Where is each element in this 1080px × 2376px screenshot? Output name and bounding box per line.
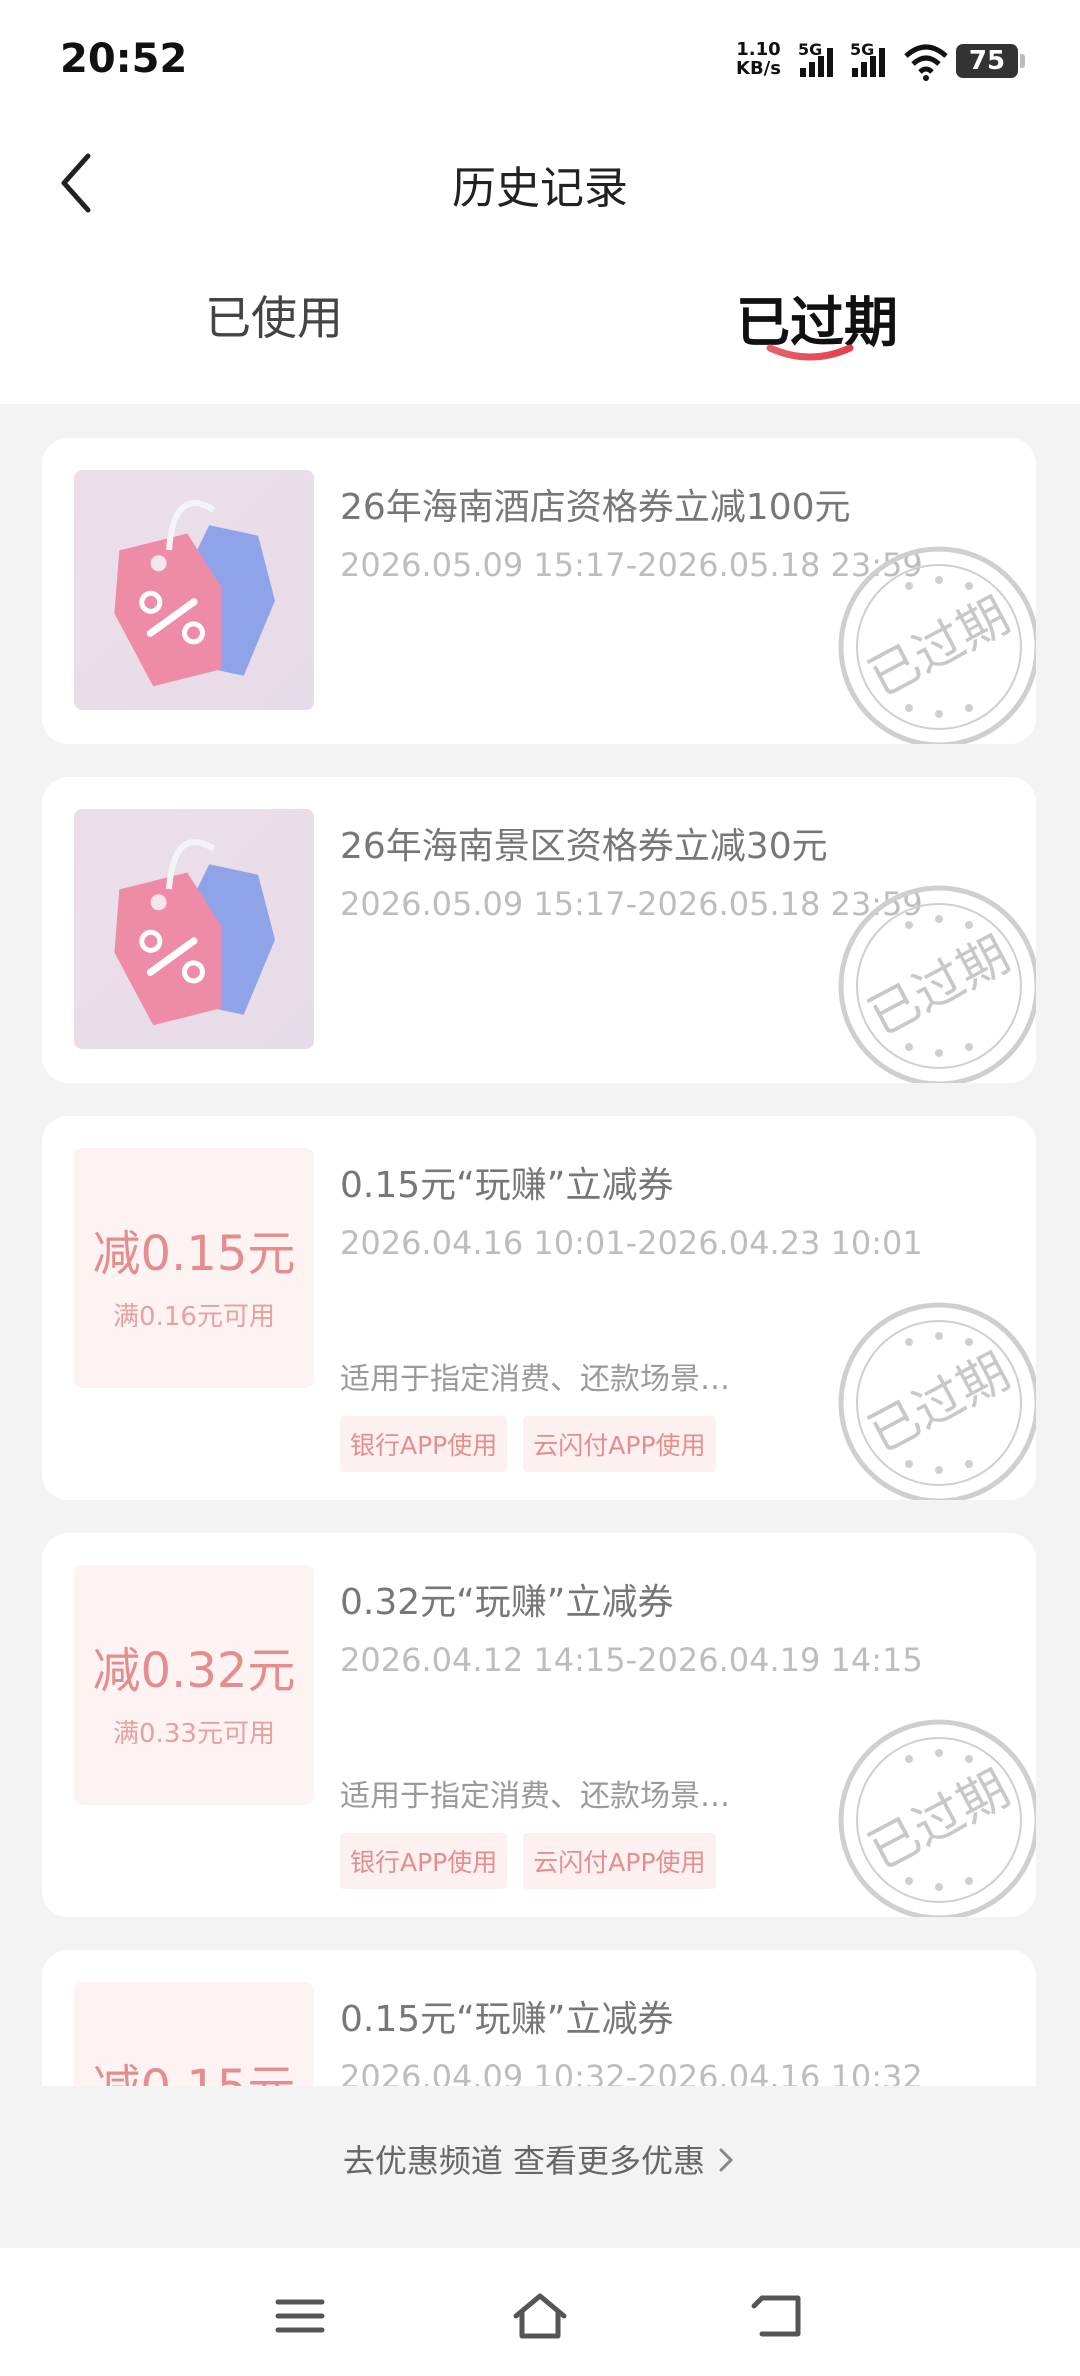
expired-stamp-icon: 已过期 — [838, 1302, 1036, 1500]
coupon-title: 26年海南景区资格券立减30元 — [340, 826, 828, 867]
expired-stamp-icon: 已过期 — [838, 1719, 1036, 1917]
active-tab-indicator — [766, 344, 854, 361]
more-offers-link[interactable]: 去优惠频道 查看更多优惠 — [0, 2136, 1080, 2182]
battery-indicator: 75 — [956, 44, 1025, 78]
stamp-text: 已过期 — [859, 1759, 1019, 1881]
system-navigation-bar — [0, 2248, 1080, 2376]
coupon-list[interactable]: 26年海南酒店资格券立减100元 2026.05.09 15:17-2026.0… — [0, 404, 1080, 2086]
coupon-title: 0.15元“玩赚”立减券 — [340, 1165, 674, 1206]
menu-icon[interactable] — [270, 2288, 330, 2344]
coupon-description: 适用于指定消费、还款场景… — [340, 1779, 730, 1814]
expired-stamp-icon: 已过期 — [838, 546, 1036, 744]
coupon-tags: 银行APP使用 云闪付APP使用 — [340, 1833, 716, 1889]
more-offers-section: 去优惠频道 查看更多优惠 — [0, 2086, 1080, 2248]
stamp-text: 已过期 — [859, 1342, 1019, 1464]
coupon-card[interactable]: 减0.15元 满0.16元可用 0.15元“玩赚”立减券 2026.04.16 … — [42, 1116, 1036, 1500]
expired-stamp-icon: 已过期 — [838, 885, 1036, 1083]
coupon-amount-box: 减0.15元 满0.16元可用 — [74, 1148, 314, 1388]
tag-unionpay-app: 云闪付APP使用 — [523, 1416, 716, 1472]
coupon-card[interactable]: 减0.32元 满0.33元可用 0.32元“玩赚”立减券 2026.04.12 … — [42, 1533, 1036, 1917]
coupon-card[interactable]: 减0.15元 0.15元“玩赚”立减券 2026.04.09 10:32-202… — [42, 1950, 1036, 2086]
status-bar: 20:52 1.10 KB/s 5G 5G 75 — [0, 0, 1080, 120]
coupon-card[interactable]: 26年海南酒店资格券立减100元 2026.05.09 15:17-2026.0… — [42, 438, 1036, 744]
wifi-icon — [904, 44, 948, 81]
coupon-description: 适用于指定消费、还款场景… — [340, 1362, 730, 1397]
clock: 20:52 — [60, 36, 188, 82]
stamp-text: 已过期 — [859, 925, 1019, 1047]
coupon-condition: 满0.33元可用 — [113, 1719, 275, 1749]
stamp-text: 已过期 — [859, 586, 1019, 708]
coupon-amount: 减0.15元 — [74, 2048, 314, 2086]
coupon-title: 0.32元“玩赚”立减券 — [340, 1582, 674, 1623]
coupon-tag-image — [74, 470, 314, 710]
coupon-card[interactable]: 26年海南景区资格券立减30元 2026.05.09 15:17-2026.05… — [42, 777, 1036, 1083]
coupon-amount-box: 减0.15元 — [74, 1982, 314, 2086]
tag-bank-app: 银行APP使用 — [340, 1833, 508, 1889]
coupon-amount: 减0.15元 — [92, 1226, 296, 1282]
coupon-amount-box: 减0.32元 满0.33元可用 — [74, 1565, 314, 1805]
coupon-tag-image — [74, 809, 314, 1049]
coupon-title: 0.15元“玩赚”立减券 — [340, 1999, 674, 2040]
coupon-tags: 银行APP使用 云闪付APP使用 — [340, 1416, 716, 1472]
chevron-right-icon — [719, 2148, 734, 2172]
coupon-title: 26年海南酒店资格券立减100元 — [340, 487, 851, 528]
network-speed-value: 1.10 — [736, 39, 781, 60]
home-icon[interactable] — [510, 2288, 570, 2344]
back-nav-icon[interactable] — [750, 2288, 810, 2344]
network-speed: 1.10 KB/s — [736, 40, 781, 78]
tab-used[interactable]: 已使用 — [205, 282, 343, 348]
tag-unionpay-app: 云闪付APP使用 — [523, 1833, 716, 1889]
coupon-validity: 2026.04.16 10:01-2026.04.23 10:01 — [340, 1224, 923, 1262]
coupon-validity: 2026.04.12 14:15-2026.04.19 14:15 — [340, 1641, 923, 1679]
network-speed-unit: KB/s — [736, 58, 781, 79]
coupon-validity: 2026.04.09 10:32-2026.04.16 10:32 — [340, 2058, 923, 2086]
page-title: 历史记录 — [452, 163, 628, 214]
tag-bank-app: 银行APP使用 — [340, 1416, 508, 1472]
more-offers-label: 去优惠频道 查看更多优惠 — [342, 2142, 705, 2180]
coupon-condition: 满0.16元可用 — [113, 1302, 275, 1332]
page-header: 历史记录 已使用 已过期 — [0, 120, 1080, 404]
coupon-amount: 减0.32元 — [92, 1643, 296, 1699]
